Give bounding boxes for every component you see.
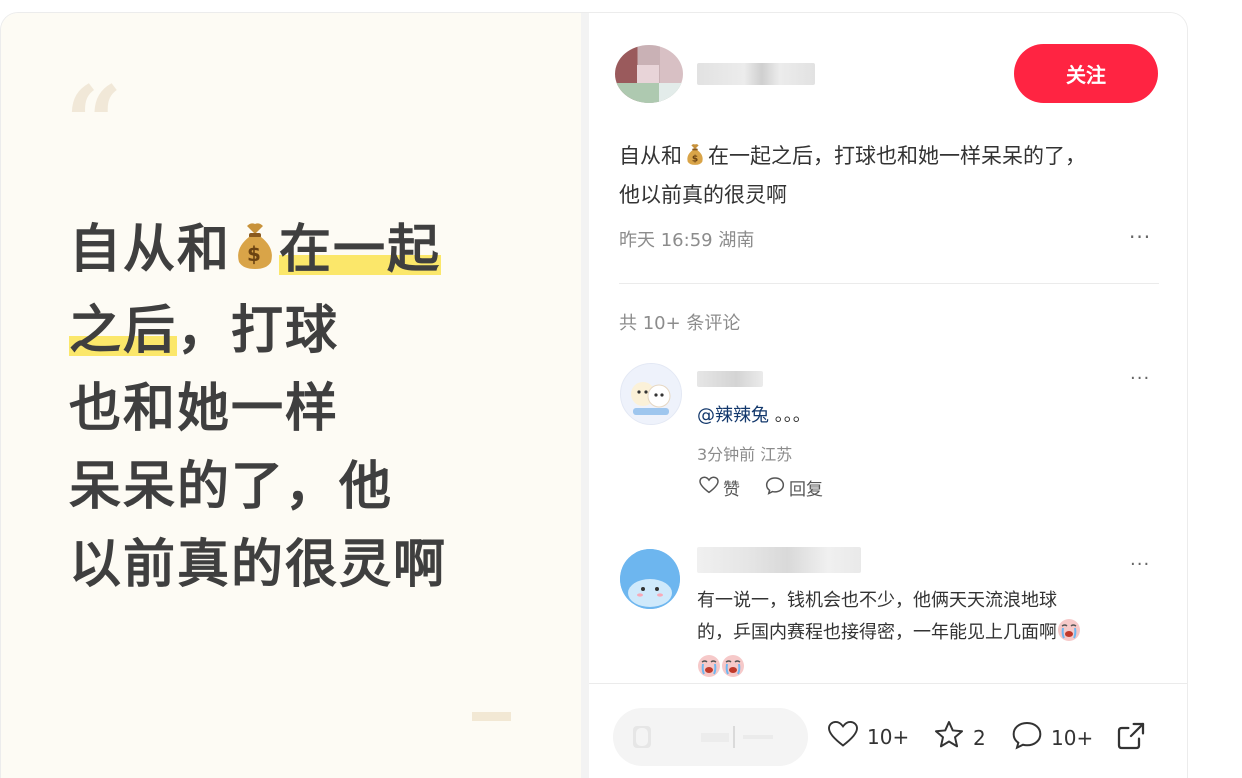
post-text-part: 在一起之后，打球也和她一样呆呆的了， xyxy=(708,144,1086,168)
collect-count: 2 xyxy=(973,725,986,750)
reply-comment-button[interactable]: 回复 xyxy=(765,475,823,500)
decorative-bar xyxy=(472,712,511,721)
note-detail-card: “ 自从和 $ 在一起 之后，打球 也和她一样 呆呆的了，他 以前真的很灵啊 关… xyxy=(0,12,1188,778)
crying-face-icon xyxy=(1057,618,1081,653)
post-time: 昨天 16:59 xyxy=(619,230,713,251)
line-text: 自从和 xyxy=(69,220,232,280)
comment-time: 3分钟前 xyxy=(697,445,756,464)
follow-button[interactable]: 关注 xyxy=(1014,44,1158,103)
star-icon xyxy=(933,720,965,755)
comment-count-stat: 10+ xyxy=(1051,725,1094,750)
more-icon[interactable]: ··· xyxy=(1129,225,1151,249)
note-image[interactable]: “ 自从和 $ 在一起 之后，打球 也和她一样 呆呆的了，他 以前真的很灵啊 xyxy=(1,13,581,778)
commenter-name[interactable] xyxy=(697,547,861,573)
note-image-line: 以前真的很灵啊 xyxy=(69,535,448,595)
like-label: 赞 xyxy=(723,480,740,500)
comment-text: @辣辣兔 。。。 xyxy=(697,401,811,427)
note-image-line: 自从和 $ 在一起 xyxy=(69,211,509,292)
post-text-part: 自从和 xyxy=(619,144,682,168)
share-button[interactable] xyxy=(1115,720,1147,757)
line-text: ，打球 xyxy=(177,301,340,361)
comment-button[interactable]: 10+ xyxy=(1011,720,1093,755)
more-icon[interactable]: ··· xyxy=(1130,368,1150,389)
quote-mark: “ xyxy=(65,64,123,182)
like-button[interactable]: 10+ xyxy=(827,720,909,753)
more-icon[interactable]: ··· xyxy=(1130,554,1150,575)
commenter-avatar[interactable] xyxy=(620,549,680,609)
reply-label: 回复 xyxy=(789,480,823,500)
like-count: 10+ xyxy=(867,724,910,749)
comment-input[interactable] xyxy=(613,708,808,766)
note-image-line: 之后，打球 xyxy=(69,292,509,370)
chat-bubble-icon xyxy=(765,476,785,500)
comment-text-part: 有一说一，钱机会也不少，他俩天天流浪地球 xyxy=(697,590,1057,611)
like-comment-button[interactable]: 赞 xyxy=(699,475,740,500)
note-detail-pane: 关注 自从和 $ 在一起之后，打球也和她一样呆呆的了， 他以前真的很灵啊 昨天 … xyxy=(589,13,1187,778)
svg-text:$: $ xyxy=(692,154,698,164)
heart-icon xyxy=(699,476,719,499)
author-name[interactable] xyxy=(697,63,815,85)
chat-bubble-icon xyxy=(1011,720,1043,755)
heart-icon xyxy=(827,720,859,753)
comment-meta: 3分钟前 江苏 xyxy=(697,441,792,465)
highlighted-text: 在一起 xyxy=(279,220,442,280)
comment-text-part: 的，乒国内赛程也接得密，一年能见上几面啊 xyxy=(697,622,1057,643)
pane-divider xyxy=(581,13,589,778)
share-icon xyxy=(1115,720,1147,757)
note-image-line: 呆呆的了，他 xyxy=(69,457,394,517)
post-text-part: 他以前真的很灵啊 xyxy=(619,183,787,207)
highlighted-text: 之后 xyxy=(69,301,178,361)
note-image-text: 自从和 $ 在一起 之后，打球 也和她一样 呆呆的了，他 以前真的很灵啊 xyxy=(69,211,509,604)
author-avatar[interactable] xyxy=(615,45,683,103)
comment-text: 有一说一，钱机会也不少，他俩天天流浪地球 的，乒国内赛程也接得密，一年能见上几面… xyxy=(697,585,1167,689)
bottom-action-bar: 10+ 2 10+ xyxy=(589,683,1187,778)
post-location: 湖南 xyxy=(718,230,755,251)
collect-button[interactable]: 2 xyxy=(933,720,986,755)
svg-text:$: $ xyxy=(247,242,263,266)
divider xyxy=(619,283,1159,284)
comment-location: 江苏 xyxy=(760,445,793,464)
money-bag-icon: $ xyxy=(233,214,277,292)
note-image-line: 也和她一样 xyxy=(69,379,340,439)
post-meta: 昨天 16:59 湖南 xyxy=(619,226,754,252)
mention-link[interactable]: @辣辣兔 xyxy=(697,405,769,426)
money-bag-icon: $ xyxy=(685,141,705,177)
comment-text-part: 。。。 xyxy=(769,405,811,426)
commenter-avatar[interactable] xyxy=(620,363,682,425)
post-content: 自从和 $ 在一起之后，打球也和她一样呆呆的了， 他以前真的很灵啊 xyxy=(619,138,1159,213)
comment-count: 共 10+ 条评论 xyxy=(619,313,741,334)
commenter-name[interactable] xyxy=(697,371,763,387)
